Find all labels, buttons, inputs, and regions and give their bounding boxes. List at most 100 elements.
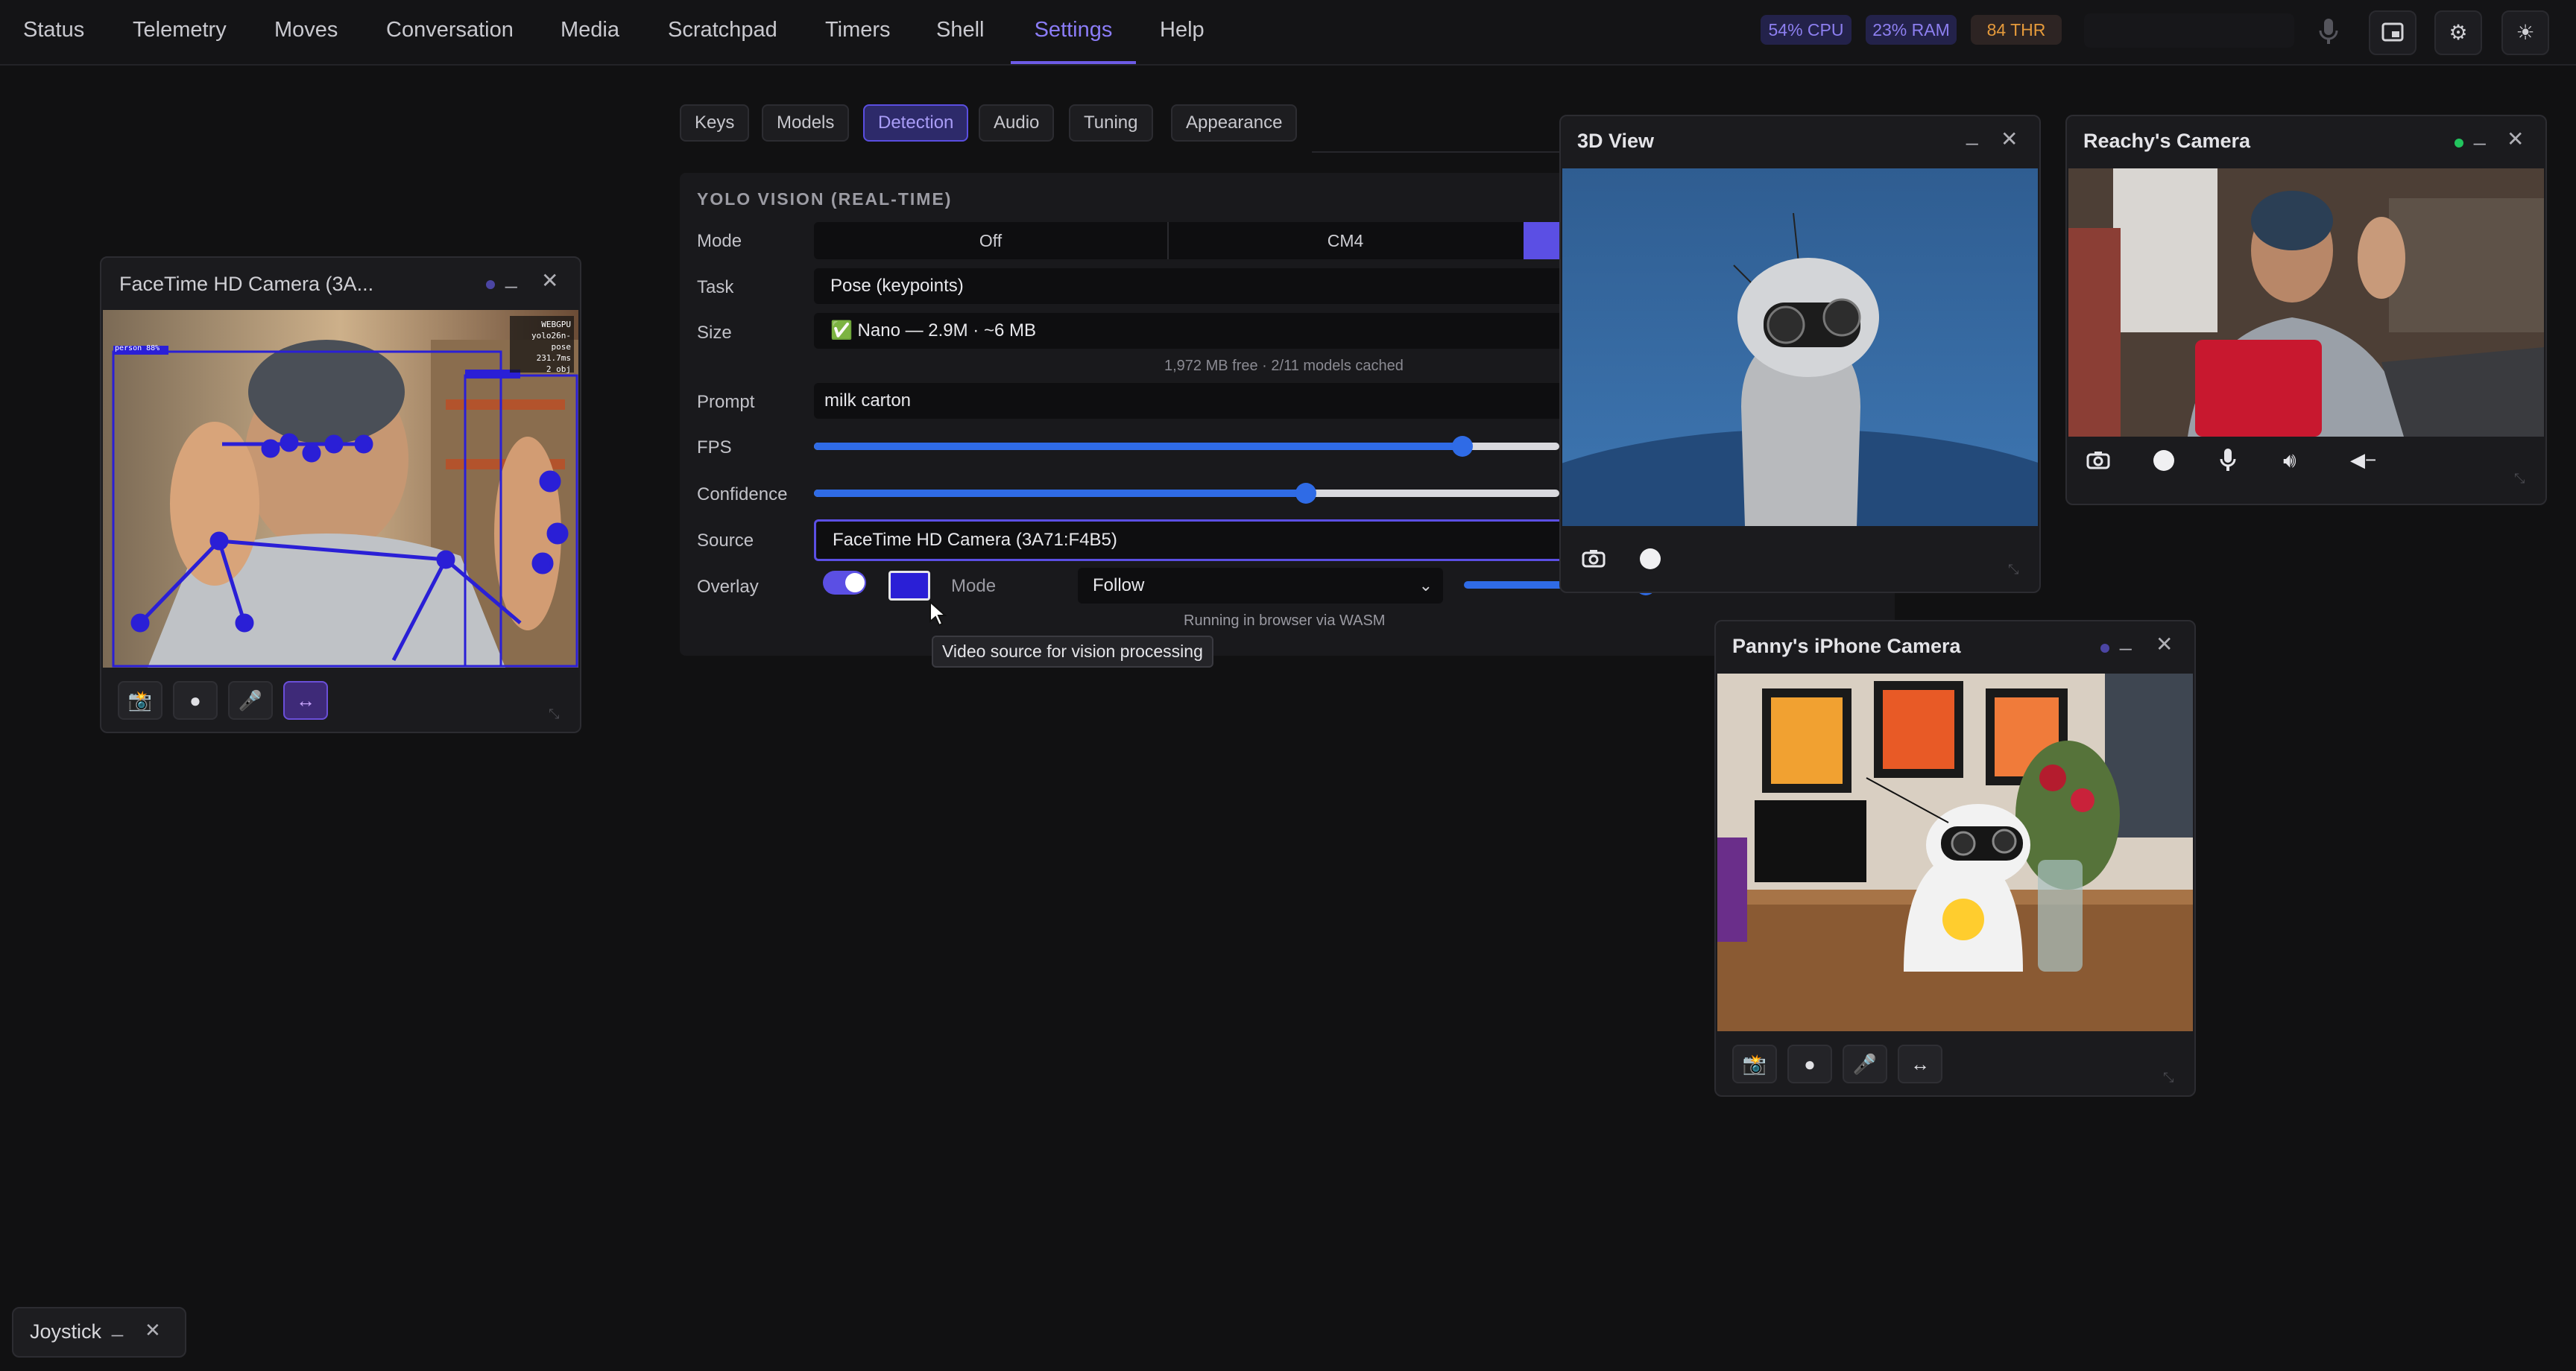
record-icon[interactable]: ● [1787, 1045, 1832, 1083]
live-status-dot [2455, 139, 2463, 148]
source-tooltip: Video source for vision processing [932, 636, 1213, 668]
snapshot-icon[interactable]: 📸 [118, 681, 162, 720]
subtab-keys[interactable]: Keys [680, 104, 750, 142]
subtab-models[interactable]: Models [762, 104, 850, 142]
mic-icon[interactable] [2306, 10, 2351, 52]
close-icon[interactable]: ✕ [2507, 127, 2524, 151]
prompt-label: Prompt [697, 392, 755, 412]
speaker-icon[interactable]: 🔊︎ [2283, 449, 2296, 473]
cpu-badge: 54% CPU [1761, 15, 1852, 45]
camera-icon[interactable] [1576, 541, 1611, 577]
confidence-slider[interactable] [814, 483, 1559, 504]
sun-icon[interactable]: ☀ [2501, 10, 2549, 55]
tab-status[interactable]: Status [23, 0, 84, 64]
panny-video-feed [1717, 674, 2193, 1031]
task-label: Task [697, 277, 734, 297]
picture-in-picture-icon[interactable] [2369, 10, 2416, 55]
resize-handle-icon[interactable]: ⤡ [2163, 1070, 2174, 1086]
3d-viewport[interactable] [1561, 168, 2039, 592]
overlay-mode-select[interactable]: Follow ⌄ [1078, 568, 1443, 604]
facetime-camera-window[interactable]: FaceTime HD Camera (3A... _ ✕ WEBGPU yol… [100, 256, 581, 733]
3d-view-window[interactable]: 3D View _ ✕ ⤡ [1559, 115, 2041, 593]
overlay-label: Overlay [697, 577, 759, 597]
close-icon[interactable]: ✕ [541, 268, 558, 293]
confidence-slider-knob[interactable] [1295, 483, 1316, 504]
fps-slider-fill [814, 443, 1462, 450]
close-icon[interactable]: ✕ [2156, 632, 2173, 656]
panny-camera-window[interactable]: Panny's iPhone Camera _ ✕ 📸 ● 🎤 ↔ ⤡ [1714, 620, 2196, 1097]
mode-off-option[interactable]: Off [814, 222, 1169, 259]
joystick-title: Joystick [30, 1320, 102, 1343]
hud-backend: WEBGPU [541, 320, 571, 329]
close-icon[interactable]: ✕ [145, 1319, 161, 1342]
ram-badge: 23% RAM [1866, 15, 1957, 45]
overlay-color-swatch[interactable] [888, 571, 930, 601]
mic-icon[interactable] [2219, 447, 2237, 476]
subtab-tuning[interactable]: Tuning [1069, 104, 1153, 142]
minimize-icon[interactable]: _ [1966, 122, 1978, 146]
panny-camera-title: Panny's iPhone Camera [1732, 635, 1961, 657]
tab-media[interactable]: Media [561, 0, 619, 64]
status-dot [486, 280, 495, 289]
camera-icon[interactable] [2086, 450, 2110, 473]
mode-cm4-option[interactable]: CM4 [1169, 222, 1522, 259]
minimize-icon[interactable]: _ [2474, 122, 2486, 146]
minimize-icon[interactable]: _ [112, 1314, 123, 1337]
fps-label: FPS [697, 437, 732, 457]
overlay-toggle[interactable] [823, 571, 866, 595]
mic-off-icon[interactable]: 🎤 [228, 681, 273, 720]
reachy-video-feed [2068, 168, 2544, 437]
tab-timers[interactable]: Timers [825, 0, 891, 64]
top-nav: Status Telemetry Moves Conversation Medi… [0, 0, 2576, 66]
runtime-note: Running in browser via WASM [1184, 612, 1386, 629]
tab-moves[interactable]: Moves [274, 0, 338, 64]
confidence-label: Confidence [697, 484, 788, 504]
subtab-audio[interactable]: Audio [979, 104, 1055, 142]
close-icon[interactable]: ✕ [2001, 127, 2018, 151]
prompt-input[interactable]: milk carton [814, 383, 1570, 419]
minimize-icon[interactable]: _ [2120, 627, 2132, 651]
3d-view-title: 3D View [1577, 130, 1655, 152]
mouse-cursor-icon [929, 600, 948, 631]
minimize-icon[interactable]: _ [505, 265, 517, 289]
tab-shell[interactable]: Shell [936, 0, 985, 64]
volume-down-icon[interactable]: ◀− [2350, 449, 2376, 472]
snapshot-icon[interactable]: 📸 [1732, 1045, 1777, 1083]
mirror-toggle-icon[interactable]: ↔ [283, 681, 328, 720]
tab-conversation[interactable]: Conversation [386, 0, 514, 64]
mode-browser-option[interactable] [1524, 222, 1559, 259]
reachy-camera-window[interactable]: Reachy's Camera _ ✕ 🔊︎ ◀− ⤡ [2065, 115, 2547, 505]
record-icon[interactable] [2153, 450, 2174, 471]
fps-slider-knob[interactable] [1452, 436, 1473, 457]
tab-help[interactable]: Help [1160, 0, 1205, 64]
mic-off-icon[interactable]: 🎤 [1843, 1045, 1887, 1083]
tab-telemetry[interactable]: Telemetry [133, 0, 227, 64]
status-dot [2100, 644, 2109, 653]
resize-handle-icon[interactable]: ⤡ [2514, 471, 2525, 487]
hud-model: yolo26n-pose [531, 331, 571, 352]
tab-scratchpad[interactable]: Scratchpad [668, 0, 777, 64]
overlay-mode-value: Follow [1093, 575, 1145, 595]
confidence-slider-fill [814, 490, 1306, 497]
mirror-toggle-icon[interactable]: ↔ [1898, 1045, 1942, 1083]
hud-count: 2 obj [546, 364, 571, 374]
chevron-down-icon: ⌄ [1418, 576, 1433, 595]
hud-overlay: WEBGPU yolo26n-pose 231.7ms 2 obj [513, 319, 571, 375]
section-title: YOLO VISION (REAL-TIME) [697, 189, 953, 209]
size-select[interactable]: ✅ Nano — 2.9M · ~6 MB [814, 313, 1576, 349]
subtab-detection[interactable]: Detection [863, 104, 969, 142]
record-icon[interactable]: ● [173, 681, 218, 720]
tab-settings[interactable]: Settings [1011, 0, 1136, 64]
record-icon[interactable] [1640, 548, 1661, 569]
task-select[interactable]: Pose (keypoints) [814, 268, 1576, 304]
search-input[interactable] [2084, 13, 2294, 48]
resize-handle-icon[interactable]: ⤡ [549, 706, 559, 722]
overlay-mode-label: Mode [951, 576, 997, 596]
resize-handle-icon[interactable]: ⤡ [2008, 562, 2018, 577]
joystick-window-minimized[interactable]: Joystick _ ✕ [12, 1307, 186, 1358]
subtab-appearance[interactable]: Appearance [1171, 104, 1298, 142]
source-label: Source [697, 531, 754, 551]
fps-slider[interactable] [814, 436, 1559, 457]
source-select[interactable]: FaceTime HD Camera (3A71:F4B5) [814, 519, 1580, 561]
gear-icon[interactable]: ⚙ [2434, 10, 2482, 55]
